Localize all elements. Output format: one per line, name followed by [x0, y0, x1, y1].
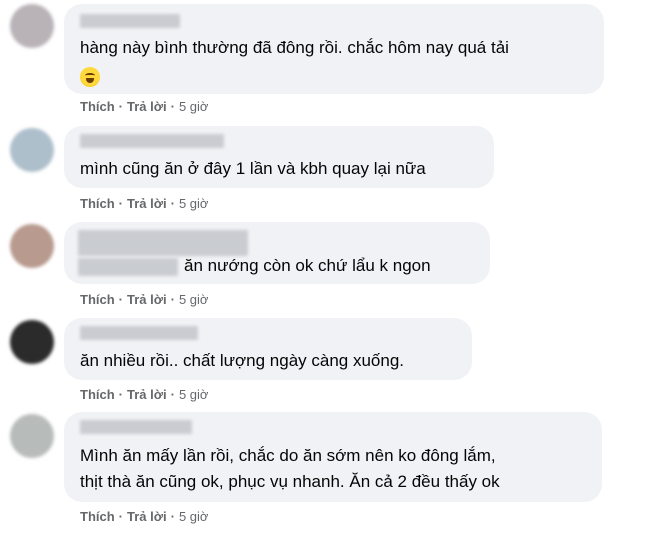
reply-link[interactable]: Trả lời: [127, 387, 167, 402]
avatar[interactable]: [10, 128, 54, 172]
reply-link[interactable]: Trả lời: [127, 99, 167, 114]
blurred-author-name[interactable]: [80, 326, 198, 340]
separator: ·: [118, 99, 124, 114]
comment-text: Mình ăn mấy lần rồi, chắc do ăn sớm nên …: [80, 446, 496, 465]
separator: ·: [170, 196, 175, 211]
blurred-author-name-extra: [78, 258, 178, 276]
avatar[interactable]: [10, 414, 54, 458]
separator: ·: [170, 387, 175, 402]
comment-text: thịt thà ăn cũng ok, phục vụ nhanh. Ăn c…: [80, 472, 500, 491]
blurred-author-name[interactable]: [80, 134, 224, 148]
timestamp[interactable]: 5 giờ: [179, 292, 209, 307]
separator: ·: [118, 509, 124, 524]
comment-actions: Thích · Trả lời · 5 giờ: [80, 387, 208, 402]
separator: ·: [118, 387, 124, 402]
comment-actions: Thích · Trả lời · 5 giờ: [80, 292, 208, 307]
comment-bubble: Mình ăn mấy lần rồi, chắc do ăn sớm nên …: [64, 412, 602, 502]
comment-bubble: hàng này bình thường đã đông rồi. chắc h…: [64, 4, 604, 94]
comment-text: ăn nhiều rồi.. chất lượng ngày càng xuốn…: [80, 351, 405, 370]
like-link[interactable]: Thích: [80, 196, 115, 211]
like-link[interactable]: Thích: [80, 387, 115, 402]
separator: ·: [170, 99, 175, 114]
timestamp[interactable]: 5 giờ: [179, 99, 209, 114]
comment-actions: Thích · Trả lời · 5 giờ: [80, 509, 208, 524]
separator: ·: [170, 292, 175, 307]
comment-text: mình cũng ăn ở đây 1 lần và kbh quay lại…: [80, 159, 426, 178]
comment-bubble: ăn nhiều rồi.. chất lượng ngày càng xuốn…: [64, 318, 472, 380]
reply-link[interactable]: Trả lời: [127, 196, 167, 211]
blurred-author-name[interactable]: [80, 420, 192, 434]
blurred-author-name[interactable]: [80, 14, 180, 28]
like-link[interactable]: Thích: [80, 292, 115, 307]
comment-text: hàng này bình thường đã đông rồi. chắc h…: [80, 38, 509, 57]
comment-text: ăn nướng còn ok chứ lẩu k ngon: [184, 256, 431, 275]
timestamp[interactable]: 5 giờ: [179, 196, 209, 211]
timestamp[interactable]: 5 giờ: [179, 387, 209, 402]
separator: ·: [118, 292, 124, 307]
avatar[interactable]: [10, 320, 54, 364]
like-link[interactable]: Thích: [80, 99, 115, 114]
timestamp[interactable]: 5 giờ: [179, 509, 209, 524]
avatar[interactable]: [10, 4, 54, 48]
comment-actions: Thích · Trả lời · 5 giờ: [80, 196, 208, 211]
comment-bubble: ăn nướng còn ok chứ lẩu k ngon: [64, 222, 490, 284]
avatar[interactable]: [10, 224, 54, 268]
reply-link[interactable]: Trả lời: [127, 509, 167, 524]
like-link[interactable]: Thích: [80, 509, 115, 524]
separator: ·: [118, 196, 124, 211]
separator: ·: [170, 509, 175, 524]
reply-link[interactable]: Trả lời: [127, 292, 167, 307]
comment-bubble: mình cũng ăn ở đây 1 lần và kbh quay lại…: [64, 126, 494, 188]
rofl-emoji-icon: [80, 66, 100, 87]
comment-emoji-line: [80, 62, 100, 89]
comment-actions: Thích · Trả lời · 5 giờ: [80, 99, 208, 114]
